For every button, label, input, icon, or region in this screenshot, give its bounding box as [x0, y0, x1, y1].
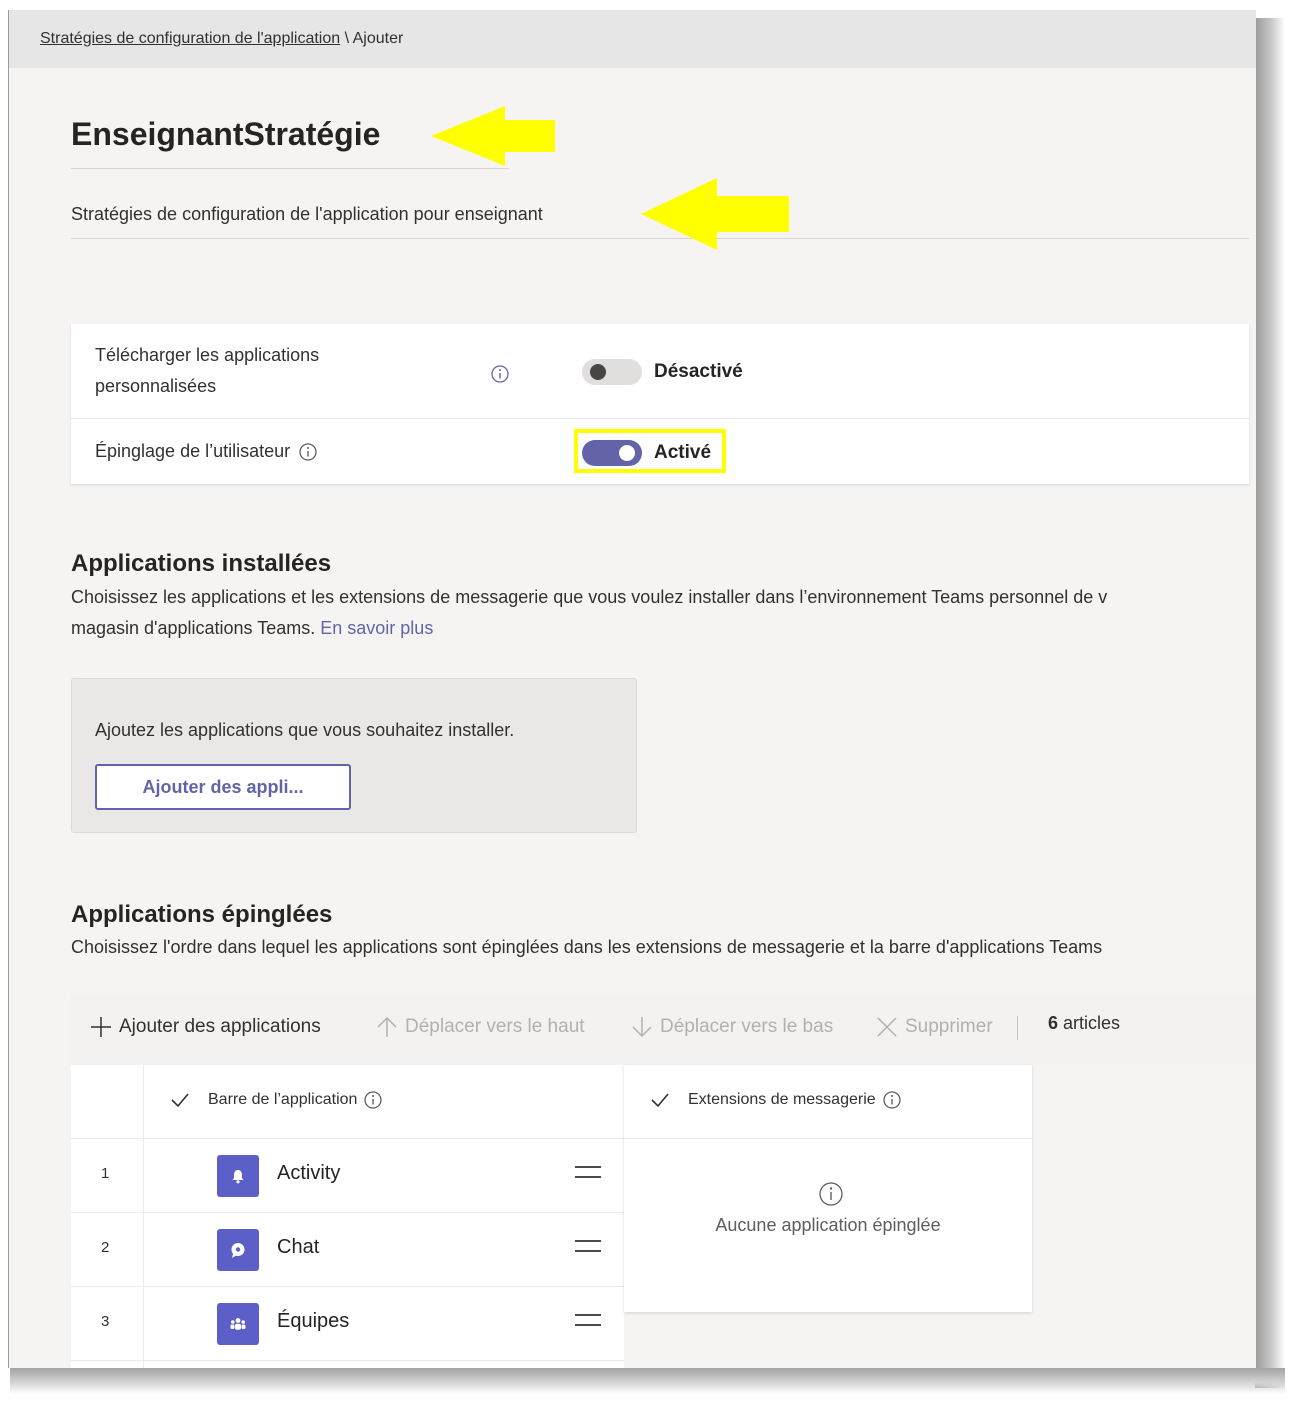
user-pinning-toggle[interactable]	[582, 440, 642, 466]
messaging-extensions-column: Extensions de messagerie Aucune applicat…	[624, 1065, 1032, 1312]
delete-label: Supprimer	[905, 1016, 993, 1037]
app-name: Chat	[277, 1236, 320, 1258]
info-icon[interactable]	[882, 1090, 902, 1110]
app-bar-column: Barre de l’application Activity Chat Équ…	[144, 1065, 624, 1368]
app-name: Activity	[277, 1162, 341, 1184]
app-bar-header-label: Barre de l’application	[208, 1091, 358, 1108]
description-text: magasin d'applications Teams.	[71, 618, 316, 638]
plus-icon	[91, 1017, 111, 1037]
table-row[interactable]: Équipes	[144, 1287, 624, 1361]
description-line: Choisissez les applications et les exten…	[71, 587, 1108, 607]
item-count: 6 articles	[1048, 1013, 1120, 1034]
row-number-cell: 2	[71, 1213, 143, 1287]
app-name: Équipes	[277, 1310, 350, 1332]
toolbar-divider	[1017, 1016, 1018, 1040]
move-down-label: Déplacer vers le bas	[660, 1016, 834, 1037]
add-apps-button[interactable]: Ajouter des appli...	[95, 764, 351, 810]
arrow-up-icon	[377, 1016, 397, 1037]
row-number: 1	[101, 1165, 110, 1182]
row-number-cell: 1	[71, 1139, 143, 1213]
setting-row-custom-apps: Télécharger les applications personnalis…	[71, 324, 1249, 419]
move-up-label: Déplacer vers le haut	[405, 1016, 585, 1037]
add-applications-button[interactable]: Ajouter des applications	[89, 1015, 321, 1039]
description-line: magasin d'applications Teams. En savoir …	[71, 613, 1107, 644]
add-applications-label: Ajouter des applications	[119, 1016, 321, 1037]
settings-card: Télécharger les applications personnalis…	[71, 324, 1249, 484]
window-shadow-right	[1255, 18, 1285, 1388]
row-number: 2	[101, 1239, 110, 1256]
messaging-extensions-header[interactable]: Extensions de messagerie	[624, 1065, 1032, 1139]
app-window: Stratégies de configuration de l'applica…	[8, 10, 1256, 1368]
pinned-apps-table: 1 2 3 Barre de l’application Activity Ch…	[71, 1065, 1256, 1368]
chat-icon	[217, 1229, 259, 1271]
item-count-label: articles	[1063, 1013, 1121, 1033]
setting-label-line: personnalisées	[95, 376, 217, 396]
checkmark-icon	[651, 1093, 669, 1108]
move-down-button[interactable]: Déplacer vers le bas	[630, 1015, 833, 1039]
item-count-number: 6	[1048, 1013, 1059, 1033]
policy-description[interactable]: Stratégies de configuration de l'applica…	[71, 204, 543, 225]
bell-icon	[217, 1155, 259, 1197]
breadcrumb-bar: Stratégies de configuration de l'applica…	[9, 10, 1256, 68]
learn-more-link[interactable]: En savoir plus	[320, 618, 433, 638]
upload-custom-apps-toggle[interactable]	[582, 359, 642, 385]
installed-apps-heading: Applications installées	[71, 550, 332, 577]
window-shadow-bottom	[10, 1368, 1285, 1394]
toggle-knob	[619, 445, 635, 461]
drag-handle-icon[interactable]	[575, 1312, 601, 1328]
add-apps-prompt: Ajoutez les applications que vous souhai…	[95, 720, 515, 740]
pinned-apps-heading: Applications épinglées	[71, 901, 333, 928]
table-row[interactable]: Activity	[144, 1139, 624, 1213]
annotation-arrow-icon	[431, 106, 555, 166]
close-icon	[877, 1017, 897, 1037]
move-up-button[interactable]: Déplacer vers le haut	[375, 1015, 585, 1039]
breadcrumb-current: Ajouter	[352, 30, 404, 47]
user-pinning-state: Activé	[654, 442, 712, 463]
row-number-column: 1 2 3	[71, 1065, 144, 1368]
messaging-extensions-header-label: Extensions de messagerie	[688, 1091, 876, 1108]
delete-button[interactable]: Supprimer	[875, 1015, 993, 1039]
toggle-knob	[590, 364, 606, 380]
table-row[interactable]: Chat	[144, 1213, 624, 1287]
policy-name[interactable]: EnseignantStratégie	[71, 116, 380, 153]
info-icon	[819, 1182, 843, 1206]
annotation-arrow-icon	[641, 178, 789, 250]
drag-handle-icon[interactable]	[575, 1238, 601, 1254]
add-apps-panel: Ajoutez les applications que vous souhai…	[71, 678, 637, 833]
setting-label-text: Épinglage de l’utilisateur	[95, 441, 291, 461]
row-number: 3	[101, 1313, 110, 1330]
pinned-apps-toolbar: Ajouter des applications Déplacer vers l…	[71, 993, 1256, 1065]
upload-custom-apps-state: Désactivé	[654, 361, 743, 382]
pinned-apps-description: Choisissez l'ordre dans lequel les appli…	[71, 937, 1103, 957]
setting-label-upload-custom-apps: Télécharger les applications personnalis…	[95, 340, 319, 402]
info-icon[interactable]	[298, 442, 318, 462]
row-number-cell: 3	[71, 1287, 143, 1361]
checkmark-icon	[171, 1093, 189, 1108]
breadcrumb-link-policies[interactable]: Stratégies de configuration de l'applica…	[40, 30, 340, 47]
breadcrumb-separator: \	[340, 30, 353, 47]
breadcrumb: Stratégies de configuration de l'applica…	[40, 30, 403, 48]
info-icon[interactable]	[490, 364, 510, 384]
no-pinned-apps-message: Aucune application épinglée	[715, 1215, 941, 1235]
teams-icon	[217, 1303, 259, 1345]
drag-handle-icon[interactable]	[575, 1164, 601, 1180]
installed-apps-description: Choisissez les applications et les exten…	[71, 582, 1107, 644]
info-icon[interactable]	[363, 1090, 383, 1110]
setting-label-line: Télécharger les applications	[95, 345, 320, 365]
policy-name-underline	[71, 168, 509, 169]
app-bar-header[interactable]: Barre de l’application	[144, 1065, 624, 1139]
row-number-header	[71, 1065, 143, 1139]
setting-label-user-pinning: Épinglage de l’utilisateur	[95, 436, 318, 467]
arrow-down-icon	[632, 1017, 652, 1038]
